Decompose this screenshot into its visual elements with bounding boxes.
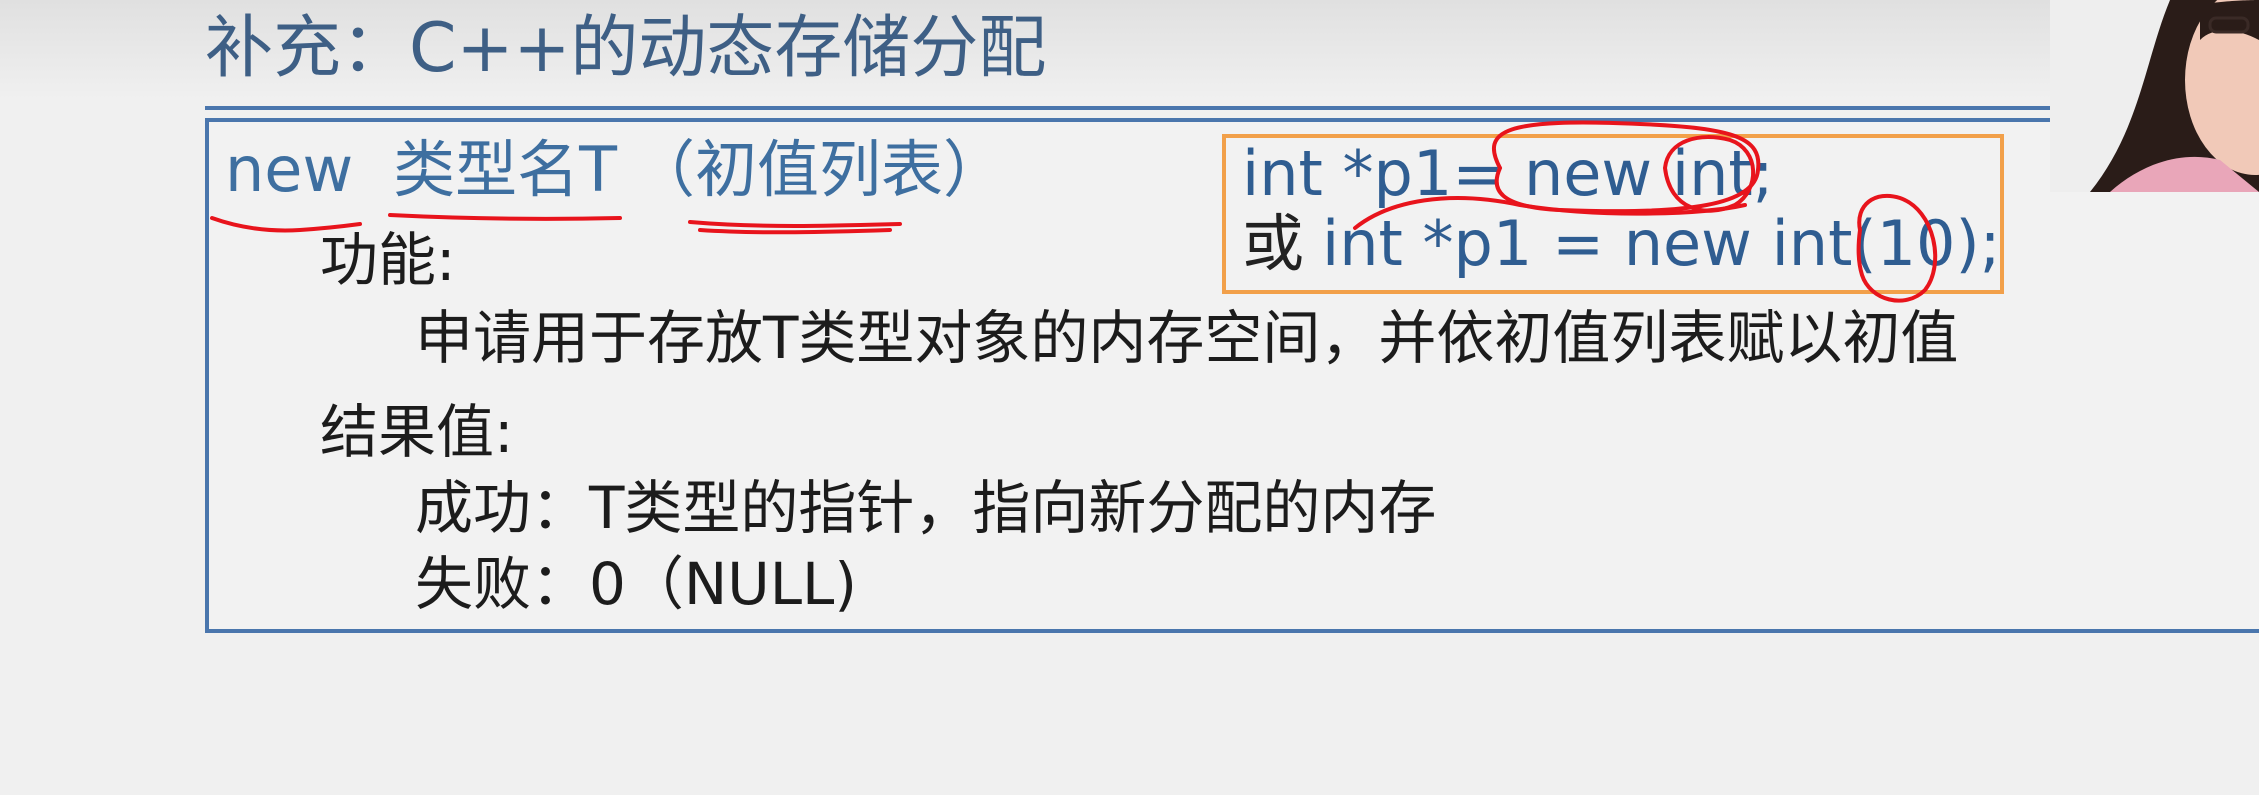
webcam-overlay [2050, 0, 2259, 192]
failure-text: 失败：0（NULL) [415, 550, 857, 618]
result-label: 结果值: [320, 398, 514, 466]
code-line-1: int *p1= new int; [1242, 137, 1774, 210]
function-label: 功能: [320, 226, 456, 294]
code-or-label: 或 [1242, 207, 1305, 280]
function-description: 申请用于存放T类型对象的内存空间，并依初值列表赋以初值 [415, 304, 1959, 372]
code-line-2-text: int *p1 = new int(10); [1322, 207, 2001, 280]
slide-title: 补充：C++的动态存储分配 [205, 9, 1047, 88]
syntax-line: new 类型名T （初值列表） [225, 128, 1005, 212]
syntax-keyword: new [225, 133, 354, 206]
title-rule [205, 106, 2259, 110]
success-text: 成功：T类型的指针，指向新分配的内存 [415, 474, 1437, 542]
syntax-init-list: （初值列表） [633, 133, 1006, 206]
presenter-avatar [2050, 0, 2259, 192]
slide: 补充：C++的动态存储分配 new 类型名T （初值列表） int *p1= new… [0, 0, 2259, 795]
code-line-2: 或 int *p1 = new int(10); [1242, 206, 2001, 282]
syntax-type-name: 类型名T [393, 133, 618, 206]
